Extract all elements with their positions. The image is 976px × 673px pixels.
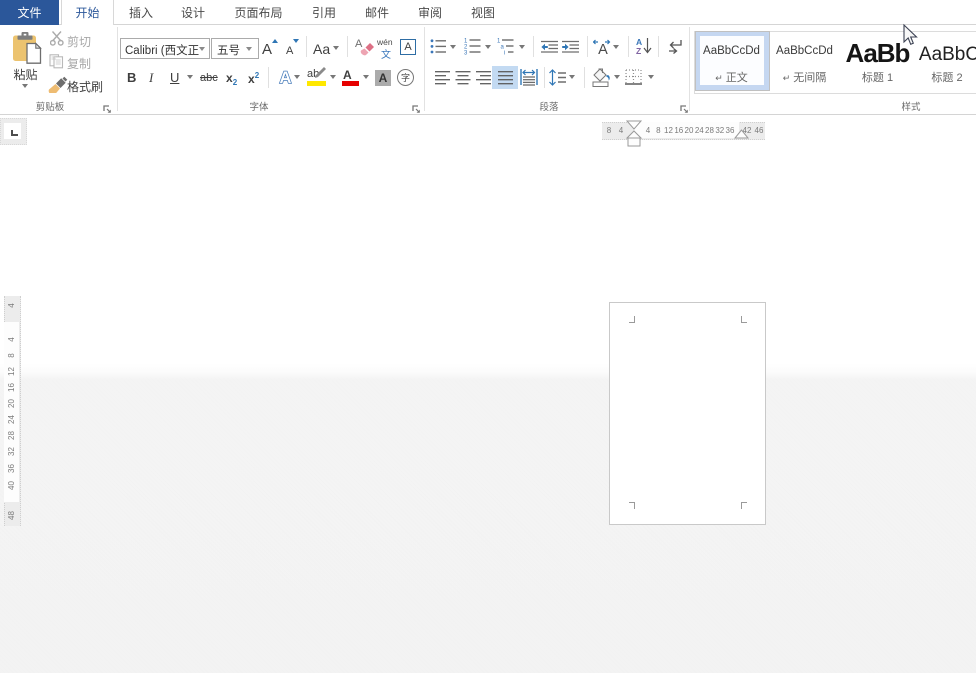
svg-text:Z: Z	[636, 46, 641, 56]
svg-text:A: A	[598, 42, 608, 56]
svg-text:A: A	[280, 69, 292, 86]
svg-text:i: i	[504, 51, 505, 56]
svg-text:3: 3	[464, 51, 468, 56]
